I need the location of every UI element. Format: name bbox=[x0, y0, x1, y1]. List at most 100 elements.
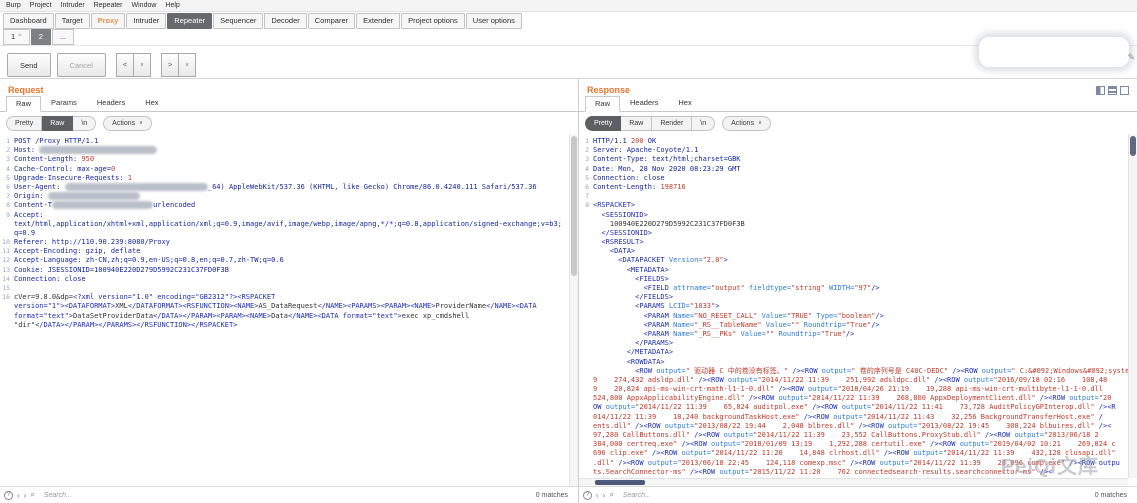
scrollbar-thumb[interactable] bbox=[571, 136, 577, 276]
code-line: 4Cache-Control: max-age=0 bbox=[0, 165, 569, 174]
code-text: Accept-Language: zh-CN,zh;q=0.9,en-US;q=… bbox=[14, 256, 284, 265]
tab-proxy[interactable]: Proxy bbox=[91, 13, 126, 30]
code-text: Connection: close bbox=[593, 174, 665, 183]
code-line: <ROWDATA> bbox=[579, 358, 1128, 367]
tab-intruder[interactable]: Intruder bbox=[126, 13, 166, 30]
menu-project[interactable]: Project bbox=[30, 2, 52, 9]
line-number bbox=[579, 293, 593, 302]
tab-decoder[interactable]: Decoder bbox=[264, 13, 306, 30]
tab-headers[interactable]: Headers bbox=[87, 95, 135, 111]
code-line: </FIELDS> bbox=[579, 293, 1128, 302]
search-prev-icon[interactable]: ‹ bbox=[596, 491, 599, 500]
menu-window[interactable]: Window bbox=[132, 2, 157, 9]
tab-comparer[interactable]: Comparer bbox=[308, 13, 355, 30]
layout-single-icon[interactable] bbox=[1120, 86, 1129, 95]
request-panel: Request RawParamsHeadersHex Pretty Raw \… bbox=[0, 79, 579, 503]
line-number bbox=[579, 348, 593, 357]
request-search-bar: ? ‹ › ⌕ 0 matches bbox=[0, 486, 578, 503]
forward-button[interactable]: > bbox=[161, 53, 179, 77]
line-number: 8 bbox=[579, 201, 593, 210]
newline-button[interactable]: \n bbox=[73, 116, 96, 131]
newline-button[interactable]: \n bbox=[692, 116, 715, 131]
tab-dashboard[interactable]: Dashboard bbox=[3, 13, 54, 30]
response-vscrollbar[interactable] bbox=[1128, 134, 1137, 478]
raw-button[interactable]: Raw bbox=[42, 116, 73, 131]
code-line: 5Connection: close bbox=[579, 174, 1128, 183]
search-input[interactable] bbox=[44, 492, 344, 499]
tab-user-options[interactable]: User options bbox=[466, 13, 522, 30]
actions-button[interactable]: Actions ∨ bbox=[103, 116, 152, 131]
tab-extender[interactable]: Extender bbox=[356, 13, 400, 30]
tab-params[interactable]: Params bbox=[41, 95, 87, 111]
code-line: </METADATA> bbox=[579, 348, 1128, 357]
raw-button[interactable]: Raw bbox=[621, 116, 652, 131]
request-vscrollbar[interactable] bbox=[569, 134, 578, 486]
tab-sequencer[interactable]: Sequencer bbox=[213, 13, 263, 30]
line-number bbox=[579, 238, 593, 247]
response-editor[interactable]: 1HTTP/1.1 200 OK2Server: Apache-Coyote/1… bbox=[579, 134, 1137, 486]
tab-headers[interactable]: Headers bbox=[620, 95, 668, 111]
line-number bbox=[579, 229, 593, 238]
repeater-tab-...[interactable]: ... bbox=[52, 29, 74, 46]
code-text: POST /Proxy HTTP/1.1 bbox=[14, 137, 98, 146]
back-dropdown-icon[interactable]: ∨ bbox=[134, 53, 151, 77]
tab-raw[interactable]: Raw bbox=[585, 96, 620, 112]
line-number bbox=[579, 266, 593, 275]
code-line: 3Content-Length: 950 bbox=[0, 155, 569, 164]
menu-burp[interactable]: Burp bbox=[6, 2, 21, 9]
send-button[interactable]: Send bbox=[7, 53, 51, 77]
request-editor[interactable]: 1POST /Proxy HTTP/1.12Host: 3Content-Len… bbox=[0, 134, 578, 486]
search-next-icon[interactable]: › bbox=[24, 491, 27, 500]
cancel-button[interactable]: Cancel bbox=[57, 53, 106, 77]
menu-repeater[interactable]: Repeater bbox=[94, 2, 123, 9]
line-number bbox=[579, 367, 593, 376]
code-text: 524,800 AppxApplicabilityEngine.dll" /><… bbox=[593, 394, 1111, 403]
line-number bbox=[579, 431, 593, 440]
line-number: 4 bbox=[0, 165, 14, 174]
help-icon[interactable]: ? bbox=[583, 491, 592, 500]
tab-hex[interactable]: Hex bbox=[668, 95, 701, 111]
render-button[interactable]: Render bbox=[652, 116, 692, 131]
forward-dropdown-icon[interactable]: ∨ bbox=[179, 53, 196, 77]
code-text: </PARAMS> bbox=[593, 339, 673, 348]
tab-hex[interactable]: Hex bbox=[135, 95, 168, 111]
code-line: <FIELD attrname="output" fieldtype="stri… bbox=[579, 284, 1128, 293]
line-number bbox=[579, 403, 593, 412]
back-button[interactable]: < bbox=[116, 53, 134, 77]
repeater-tab-1[interactable]: 1× bbox=[3, 29, 30, 46]
line-number: 15 bbox=[0, 284, 14, 293]
code-line: 6Content-Length: 198716 bbox=[579, 183, 1128, 192]
search-next-icon[interactable]: › bbox=[603, 491, 606, 500]
response-hscrollbar[interactable] bbox=[579, 478, 1128, 486]
close-icon[interactable]: × bbox=[18, 33, 22, 39]
layout-columns-icon[interactable] bbox=[1096, 86, 1105, 95]
pretty-button[interactable]: Pretty bbox=[585, 116, 621, 131]
code-text: <FIELD attrname="output" fieldtype="stri… bbox=[593, 284, 880, 293]
scrollbar-thumb[interactable] bbox=[1130, 136, 1136, 156]
code-line: 384,000 certreq.exe" /><ROW output="2018… bbox=[579, 440, 1128, 449]
line-number bbox=[579, 440, 593, 449]
code-line: 1HTTP/1.1 200 OK bbox=[579, 137, 1128, 146]
repeater-tab-2[interactable]: 2 bbox=[31, 29, 51, 46]
tab-project-options[interactable]: Project options bbox=[401, 13, 465, 30]
search-input[interactable] bbox=[623, 492, 923, 499]
chevron-down-icon: ∨ bbox=[758, 120, 762, 126]
search-prev-icon[interactable]: ‹ bbox=[17, 491, 20, 500]
code-text: 384,000 certreq.exe" /><ROW output="2018… bbox=[593, 440, 1116, 449]
actions-label: Actions bbox=[112, 120, 135, 127]
pretty-button[interactable]: Pretty bbox=[6, 116, 42, 131]
tab-raw[interactable]: Raw bbox=[6, 96, 41, 112]
tab-target[interactable]: Target bbox=[55, 13, 90, 30]
response-search-bar: ? ‹ › ⌕ 0 matches bbox=[579, 486, 1137, 503]
edit-target-icon[interactable]: ✎ bbox=[1127, 52, 1135, 63]
menu-intruder[interactable]: Intruder bbox=[61, 2, 85, 9]
request-code: 1POST /Proxy HTTP/1.12Host: 3Content-Len… bbox=[0, 137, 569, 486]
code-line: format="text">DataSetProviderData</DATA>… bbox=[0, 312, 569, 321]
menu-help[interactable]: Help bbox=[165, 2, 179, 9]
tab-repeater[interactable]: Repeater bbox=[167, 13, 212, 30]
code-line: 9 20,824 api-ms-win-crt-math-l1-1-0.dll"… bbox=[579, 385, 1128, 394]
layout-rows-icon[interactable] bbox=[1108, 86, 1117, 95]
actions-button[interactable]: Actions ∨ bbox=[722, 116, 771, 131]
scrollbar-thumb[interactable] bbox=[595, 480, 645, 485]
help-icon[interactable]: ? bbox=[4, 491, 13, 500]
